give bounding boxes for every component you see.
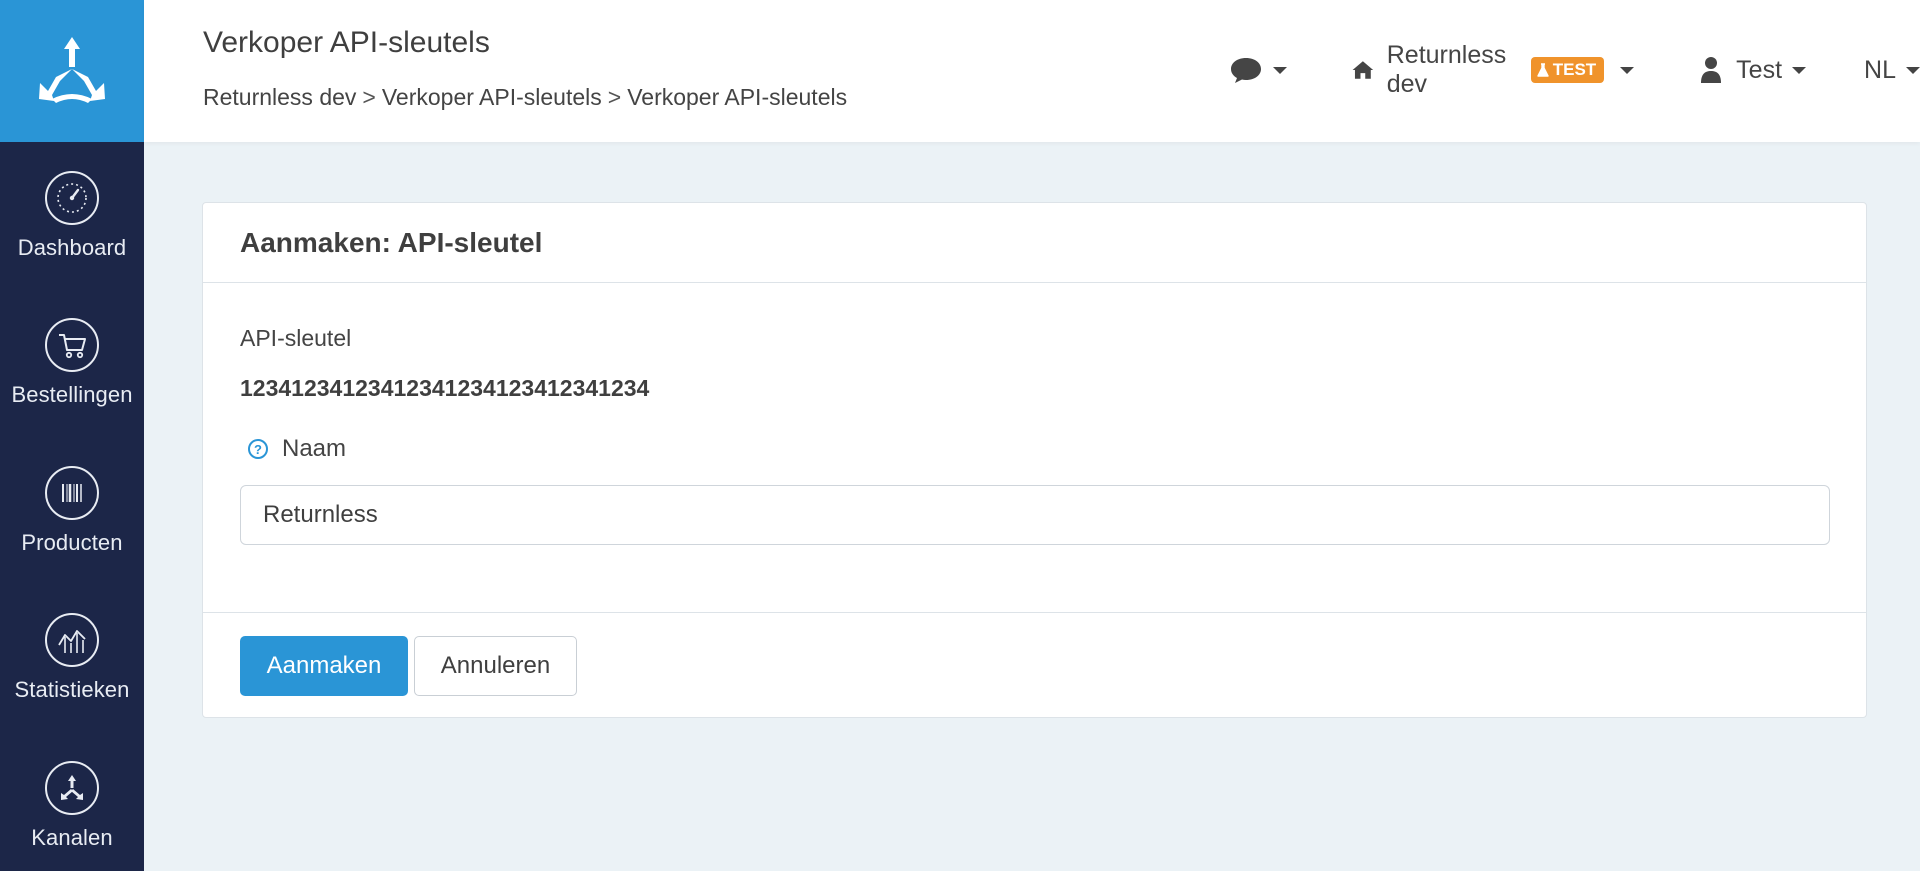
card-title: Aanmaken: API-sleutel	[240, 226, 543, 258]
create-api-key-card: Aanmaken: API-sleutel API-sleutel 123412…	[202, 202, 1867, 718]
name-label-row: ? Naam	[248, 435, 346, 463]
sidebar-item-label: Bestellingen	[11, 382, 133, 408]
card-body: API-sleutel 1234123412341234123412341234…	[203, 283, 1866, 613]
create-button[interactable]: Aanmaken	[240, 636, 408, 696]
name-label: Naam	[282, 435, 347, 462]
sidebar-item-statistieken[interactable]: Statistieken	[0, 585, 144, 733]
channels-icon	[61, 774, 83, 800]
test-badge-label: TEST	[1552, 60, 1597, 79]
header-actions: Returnless dev TEST Test NL	[1229, 41, 1920, 98]
top-header: Verkoper API-sleutels Returnless dev > V…	[144, 0, 1920, 142]
barcode-icon	[62, 483, 82, 502]
chevron-down-icon	[1906, 66, 1920, 74]
chat-bubble-icon	[1231, 58, 1261, 83]
sidebar: Dashboard Bestellingen Producten Statist…	[0, 0, 144, 871]
breadcrumb-separator: >	[362, 84, 376, 110]
name-input[interactable]	[240, 485, 1830, 545]
sidebar-item-dashboard[interactable]: Dashboard	[0, 142, 144, 290]
sidebar-item-label: Producten	[21, 529, 123, 555]
user-icon	[1701, 57, 1722, 83]
speedometer-icon	[57, 182, 87, 213]
breadcrumb-separator: >	[607, 84, 622, 110]
chart-icon	[58, 630, 86, 654]
messages-dropdown[interactable]	[1229, 55, 1287, 85]
user-name: Test	[1736, 55, 1783, 84]
language-dropdown[interactable]: NL	[1864, 56, 1920, 85]
sidebar-item-producten[interactable]: Producten	[0, 437, 144, 585]
breadcrumb: Returnless dev > Verkoper API-sleutels >…	[203, 84, 847, 111]
sidebar-item-label: Kanalen	[31, 824, 113, 850]
api-key-label: API-sleutel	[240, 325, 352, 351]
card-footer: Aanmaken Annuleren	[203, 613, 1866, 717]
card-header: Aanmaken: API-sleutel	[203, 203, 1866, 283]
page-title: Verkoper API-sleutels	[203, 26, 490, 59]
chevron-down-icon	[1620, 66, 1635, 74]
help-icon[interactable]: ?	[248, 439, 268, 459]
api-key-value: 12341234123412341234123412341234	[240, 375, 650, 401]
returnless-logo-icon	[39, 37, 105, 103]
user-dropdown[interactable]: Test	[1700, 55, 1807, 85]
breadcrumb-item[interactable]: Returnless dev	[203, 84, 356, 111]
organization-dropdown[interactable]: Returnless dev TEST	[1351, 41, 1635, 99]
sidebar-item-label: Statistieken	[14, 677, 130, 703]
cancel-button[interactable]: Annuleren	[414, 636, 577, 696]
organization-name: Returnless dev	[1386, 41, 1507, 98]
breadcrumb-item[interactable]: Verkoper API-sleutels	[382, 84, 602, 111]
home-icon	[1352, 61, 1374, 79]
flask-icon	[1537, 63, 1549, 77]
app-logo[interactable]	[0, 0, 144, 142]
language-code: NL	[1864, 55, 1896, 84]
sidebar-item-label: Dashboard	[17, 234, 127, 260]
test-environment-badge: TEST	[1530, 57, 1605, 83]
chevron-down-icon	[1792, 66, 1807, 74]
sidebar-item-kanalen[interactable]: Kanalen	[0, 732, 144, 871]
breadcrumb-item: Verkoper API-sleutels	[627, 84, 848, 110]
cart-icon	[59, 334, 86, 359]
sidebar-item-bestellingen[interactable]: Bestellingen	[0, 290, 144, 438]
chevron-down-icon	[1273, 66, 1287, 74]
